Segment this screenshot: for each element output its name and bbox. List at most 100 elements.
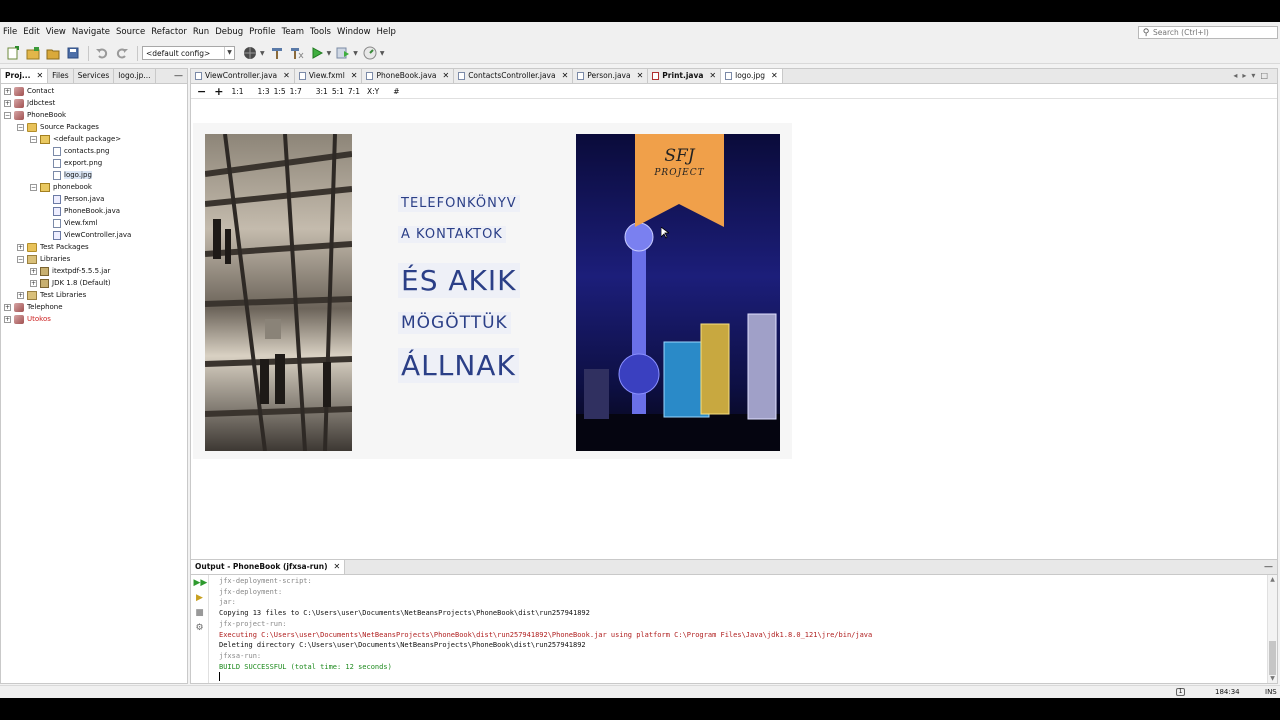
zoom-1-7-button[interactable]: 1:7 [290,87,302,96]
collapse-icon[interactable]: − [30,135,37,143]
output-console[interactable]: jfx-deployment-script: jfx-deployment: jar… [219,575,1259,683]
tree-item[interactable]: Person.java [1,193,187,205]
tree-item[interactable]: − Source Packages [1,121,187,133]
expand-icon[interactable]: + [4,315,11,323]
undo-icon[interactable] [93,45,111,62]
zoom-5-1-button[interactable]: 5:1 [332,87,344,96]
tab-viewcontroller-java[interactable]: ViewController.java ✕ [191,69,295,83]
menu-file[interactable]: File [0,22,20,43]
clean-build-icon[interactable] [288,45,306,62]
open-project-icon[interactable] [44,45,62,62]
tree-item[interactable]: ViewController.java [1,229,187,241]
expand-icon[interactable]: + [30,279,37,287]
menu-tools[interactable]: Tools [307,22,334,43]
scroll-up-icon[interactable]: ▲ [1268,576,1277,583]
menu-run[interactable]: Run [190,22,212,43]
close-icon[interactable]: ✕ [771,69,778,83]
tree-item[interactable]: export.png [1,157,187,169]
collapse-icon[interactable]: − [4,111,11,119]
expand-icon[interactable]: + [4,87,11,95]
tab-projects[interactable]: Proj... ✕ [1,69,49,83]
chevron-down-icon[interactable]: ▼ [260,50,265,57]
tree-item[interactable]: PhoneBook.java [1,205,187,217]
grid-toggle-button[interactable]: # [393,87,399,96]
menu-window[interactable]: Window [334,22,374,43]
hammer-icon[interactable] [268,45,286,62]
tab-logo-jpg[interactable]: logo.jpg ✕ [721,69,783,83]
collapse-icon[interactable]: − [17,255,24,263]
search-input[interactable] [1153,28,1273,37]
globe-icon[interactable] [241,45,259,62]
rerun-with-params-icon[interactable]: ▶ [194,592,206,604]
redo-icon[interactable] [113,45,131,62]
rerun-icon[interactable]: ▶▶ [194,577,208,589]
tab-print-java[interactable]: Print.java ✕ [648,69,722,83]
tree-item[interactable]: − <default package> [1,133,187,145]
tree-item[interactable]: − PhoneBook [1,109,187,121]
new-project-icon[interactable] [24,45,42,62]
close-icon[interactable]: ✕ [562,69,569,83]
menu-refactor[interactable]: Refactor [148,22,190,43]
close-icon[interactable]: ✕ [36,69,43,83]
profile-icon[interactable] [361,45,379,62]
zoom-7-1-button[interactable]: 7:1 [348,87,360,96]
close-icon[interactable]: ✕ [351,69,358,83]
tree-item[interactable]: + Jdbctest [1,97,187,109]
menu-help[interactable]: Help [374,22,399,43]
minimize-icon[interactable]: — [1264,560,1273,574]
menu-view[interactable]: View [43,22,69,43]
stop-icon[interactable]: ■ [194,607,206,619]
tree-item[interactable]: View.fxml [1,217,187,229]
save-all-icon[interactable] [64,45,82,62]
settings-icon[interactable]: ⚙ [194,622,206,634]
expand-icon[interactable]: + [30,267,37,275]
tree-item[interactable]: + Telephone [1,301,187,313]
expand-icon[interactable]: + [17,243,24,251]
close-icon[interactable]: ✕ [442,69,449,83]
menu-source[interactable]: Source [113,22,148,43]
chevron-down-icon[interactable]: ▼ [380,50,385,57]
tab-contactscontroller-java[interactable]: ContactsController.java ✕ [454,69,574,83]
tree-item[interactable]: − phonebook [1,181,187,193]
zoom-1-5-button[interactable]: 1:5 [274,87,286,96]
output-scrollbar[interactable]: ▲ ▼ [1267,575,1277,683]
zoom-in-button[interactable]: + [214,85,223,98]
tree-item[interactable]: + itextpdf-5.5.5.jar [1,265,187,277]
tab-services[interactable]: Services [74,69,115,83]
tree-item[interactable]: + Test Packages [1,241,187,253]
tree-item[interactable]: contacts.png [1,145,187,157]
tree-item[interactable]: + Utokos [1,313,187,325]
zoom-1-3-button[interactable]: 1:3 [258,87,270,96]
close-icon[interactable]: ✕ [637,69,644,83]
scroll-down-icon[interactable]: ▼ [1268,675,1277,682]
expand-icon[interactable]: + [4,99,11,107]
zoom-3-1-button[interactable]: 3:1 [316,87,328,96]
menu-navigate[interactable]: Navigate [69,22,113,43]
notification-icon[interactable]: 1 [1176,688,1185,696]
tab-person-java[interactable]: Person.java ✕ [573,69,649,83]
chevron-down-icon[interactable]: ▼ [353,50,358,57]
tab-view-fxml[interactable]: View.fxml ✕ [294,69,363,83]
run-icon[interactable] [308,45,326,62]
expand-icon[interactable]: + [4,303,11,311]
tree-item[interactable]: + Test Libraries [1,289,187,301]
tab-output-phonebook[interactable]: Output - PhoneBook (jfxsa-run) ✕ [191,560,346,574]
chevron-down-icon[interactable]: ▼ [327,50,332,57]
tree-item[interactable]: logo.jpg [1,169,187,181]
scrollbar-thumb[interactable] [1269,641,1276,675]
menu-team[interactable]: Team [279,22,307,43]
tab-files[interactable]: Files [48,69,74,83]
tab-phonebook-java[interactable]: PhoneBook.java ✕ [362,69,455,83]
menu-edit[interactable]: Edit [20,22,42,43]
menu-profile[interactable]: Profile [246,22,278,43]
tree-item[interactable]: − Libraries [1,253,187,265]
expand-icon[interactable]: + [17,291,24,299]
tab-scroll-arrows[interactable]: ◂▸▾□ [1233,69,1273,83]
new-file-icon[interactable] [4,45,22,62]
zoom-1-1-button[interactable]: 1:1 [231,87,243,96]
close-icon[interactable]: ✕ [283,69,290,83]
collapse-icon[interactable]: − [17,123,24,131]
config-select[interactable]: <default config> ▼ [142,46,235,60]
collapse-icon[interactable]: − [30,183,37,191]
tab-navigator[interactable]: logo.jp... [114,69,156,83]
